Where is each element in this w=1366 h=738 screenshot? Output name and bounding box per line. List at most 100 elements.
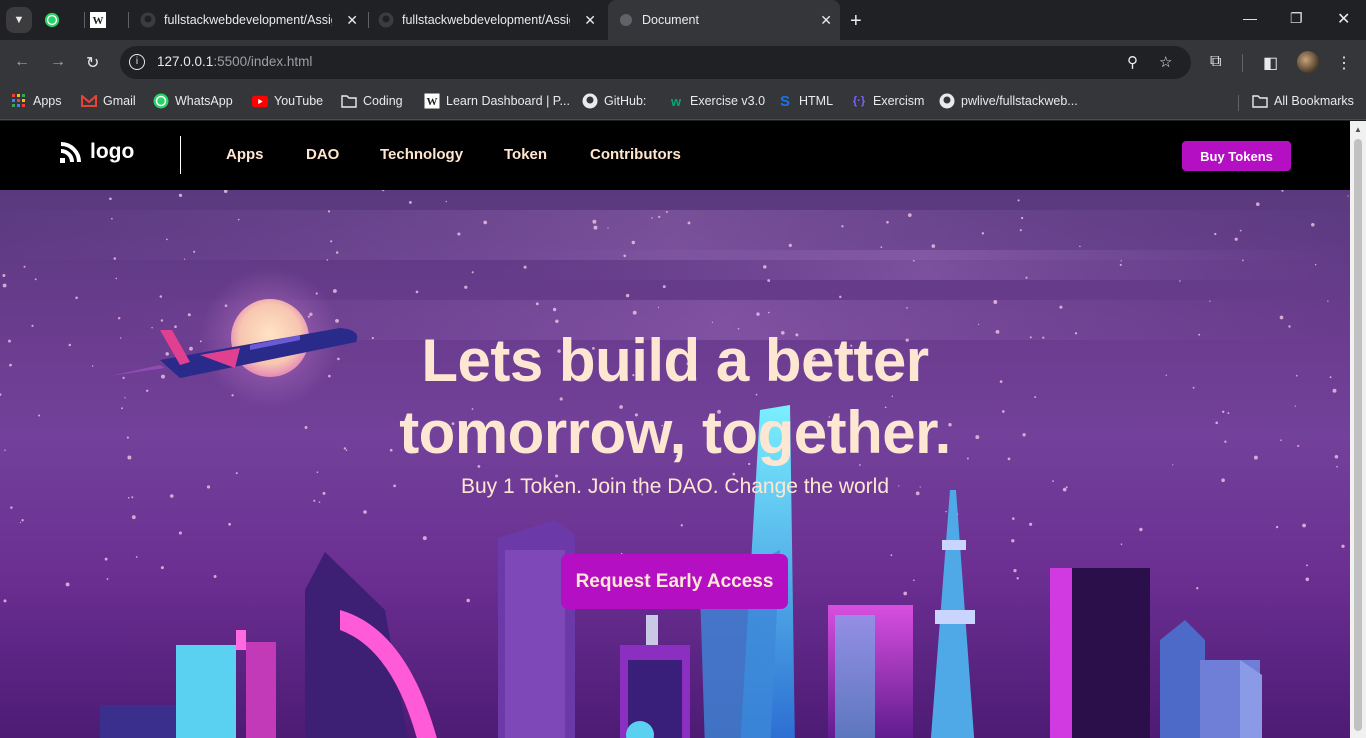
- bookmark-gmail[interactable]: Gmail: [81, 93, 136, 109]
- star: [178, 193, 183, 198]
- star: [665, 210, 668, 213]
- star: [625, 293, 630, 298]
- scrollbar-thumb[interactable]: [1354, 139, 1362, 731]
- star: [788, 243, 792, 247]
- site-info-icon[interactable]: i: [129, 54, 145, 70]
- star: [1239, 229, 1242, 232]
- side-panel-icon[interactable]: ◧: [1263, 53, 1278, 73]
- apps-grid-icon: [11, 93, 27, 109]
- bookmark-pwlive[interactable]: pwlive/fullstackweb...: [939, 93, 1078, 109]
- whatsapp-icon: [153, 93, 169, 109]
- tab-document-active[interactable]: Document ✕: [608, 0, 840, 40]
- star: [1079, 245, 1081, 248]
- nav-link-token[interactable]: Token: [504, 146, 547, 163]
- menu-kebab-icon[interactable]: ⋮: [1336, 53, 1352, 73]
- close-icon[interactable]: ✕: [584, 12, 596, 29]
- close-icon[interactable]: ✕: [346, 12, 358, 29]
- star: [1347, 195, 1349, 197]
- buy-tokens-button[interactable]: Buy Tokens: [1182, 141, 1291, 171]
- github-icon: [939, 93, 955, 109]
- tab-search-button[interactable]: ▼: [6, 7, 32, 33]
- bookmark-star-icon[interactable]: ☆: [1159, 53, 1172, 71]
- bookmark-youtube[interactable]: YouTube: [252, 93, 323, 109]
- all-bookmarks[interactable]: All Bookmarks: [1252, 93, 1354, 109]
- star: [1020, 216, 1024, 220]
- star: [318, 501, 321, 503]
- nav-link-dao[interactable]: DAO: [306, 146, 339, 163]
- globe-icon: [618, 12, 634, 28]
- bookmark-coding-folder[interactable]: Coding: [341, 93, 403, 109]
- star: [1306, 564, 1308, 567]
- nav-link-technology[interactable]: Technology: [380, 146, 463, 163]
- back-icon[interactable]: ←: [14, 53, 30, 71]
- exercism-icon: {·}: [852, 95, 866, 107]
- star: [657, 306, 660, 309]
- zoom-icon[interactable]: ⚲: [1127, 53, 1138, 71]
- star: [1327, 300, 1329, 302]
- star: [2, 274, 6, 277]
- star: [1025, 276, 1028, 279]
- star: [945, 510, 947, 513]
- star: [75, 296, 78, 300]
- svg-text:W: W: [93, 15, 104, 27]
- whatsapp-icon: [44, 12, 60, 28]
- new-tab-button[interactable]: +: [850, 10, 862, 33]
- star: [363, 510, 367, 514]
- star: [415, 290, 419, 294]
- star: [457, 232, 461, 236]
- bookmark-whatsapp[interactable]: WhatsApp: [153, 93, 233, 109]
- folder-icon: [1252, 93, 1268, 109]
- tab-wordpress[interactable]: W: [90, 0, 126, 40]
- bookmark-github[interactable]: GitHub:: [582, 93, 646, 109]
- minimize-icon[interactable]: —: [1243, 10, 1257, 26]
- star: [931, 244, 936, 248]
- star: [1214, 232, 1217, 236]
- bookmark-learn-dashboard[interactable]: W Learn Dashboard | P...: [424, 93, 570, 109]
- star: [607, 227, 609, 229]
- bookmark-exercise[interactable]: w Exercise v3.0: [668, 93, 765, 109]
- request-early-access-button[interactable]: Request Early Access: [561, 554, 788, 609]
- star: [1314, 263, 1317, 266]
- url-text[interactable]: 127.0.0.1:5500/index.html: [157, 54, 312, 69]
- reload-icon[interactable]: ↻: [86, 53, 99, 73]
- tab-whatsapp[interactable]: [44, 0, 80, 40]
- tab-github-1[interactable]: fullstackwebdevelopment/Assig ✕: [134, 0, 366, 40]
- star: [1242, 259, 1244, 262]
- restore-icon[interactable]: ❐: [1290, 10, 1303, 27]
- close-icon[interactable]: ✕: [820, 12, 832, 29]
- nav-link-apps[interactable]: Apps: [226, 146, 264, 163]
- wordpress-icon: W: [424, 93, 440, 109]
- star: [21, 519, 24, 522]
- site-navbar: logo Apps DAO Technology Token Contribut…: [0, 121, 1350, 190]
- profile-avatar[interactable]: [1297, 51, 1319, 73]
- tab-github-2[interactable]: fullstackwebdevelopment/Assig ✕: [372, 0, 604, 40]
- star: [65, 582, 70, 587]
- scroll-up-arrow-icon[interactable]: ▲: [1354, 125, 1362, 134]
- bookmark-html[interactable]: S HTML: [777, 93, 833, 110]
- star: [841, 225, 844, 228]
- star: [687, 221, 691, 225]
- nav-divider: [180, 136, 181, 174]
- github-icon: [378, 12, 394, 28]
- extensions-icon[interactable]: ⧉: [1210, 53, 1221, 71]
- site-logo[interactable]: logo: [58, 139, 134, 165]
- page-scrollbar[interactable]: ▲: [1350, 121, 1366, 738]
- star: [1196, 587, 1199, 590]
- tab-title: Document: [642, 13, 699, 27]
- star: [1302, 523, 1306, 528]
- forward-icon[interactable]: →: [50, 53, 66, 71]
- star: [912, 259, 915, 262]
- star: [1139, 527, 1143, 532]
- window-close-icon[interactable]: ✕: [1337, 9, 1350, 29]
- star: [839, 295, 842, 299]
- address-bar[interactable]: i 127.0.0.1:5500/index.html ⚲ ☆: [120, 46, 1191, 79]
- nav-link-contributors[interactable]: Contributors: [590, 146, 681, 163]
- star: [1305, 577, 1310, 582]
- bookmark-exercism[interactable]: {·} Exercism: [851, 93, 925, 109]
- star: [1012, 517, 1015, 520]
- star: [235, 472, 238, 475]
- bookmark-apps[interactable]: Apps: [11, 93, 62, 109]
- star: [117, 316, 121, 320]
- star: [23, 265, 26, 268]
- star: [1179, 280, 1181, 282]
